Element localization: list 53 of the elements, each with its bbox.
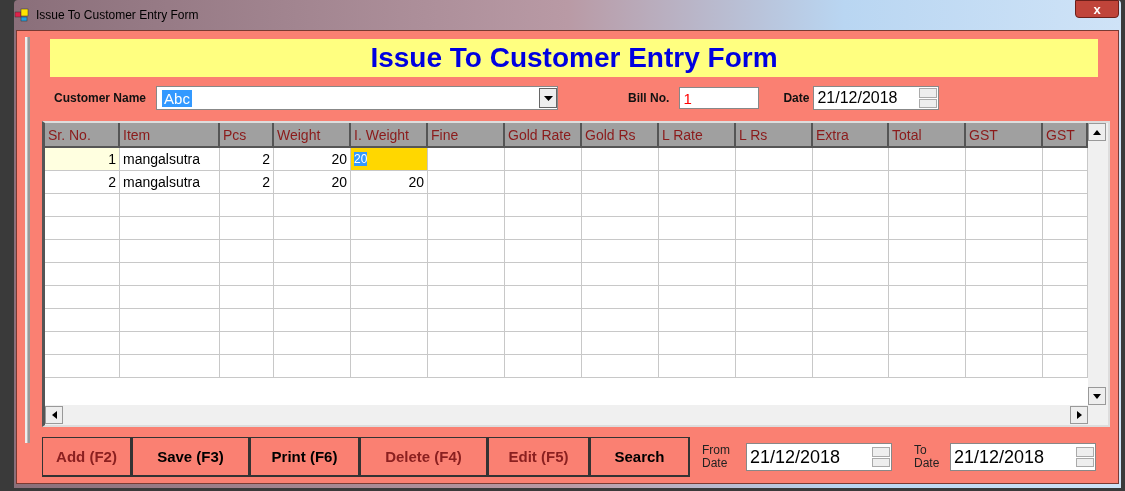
scroll-left-icon[interactable]: [45, 406, 63, 424]
table-cell: 20: [274, 171, 351, 194]
scroll-right-icon[interactable]: [1070, 406, 1088, 424]
customer-name-label: Customer Name: [54, 91, 147, 105]
column-header[interactable]: Total: [889, 123, 966, 148]
dropdown-arrow-icon: [543, 95, 553, 101]
column-header[interactable]: Pcs: [220, 123, 274, 148]
scroll-up-icon[interactable]: [1088, 123, 1106, 141]
close-button[interactable]: x: [1075, 0, 1119, 18]
column-header[interactable]: Fine: [428, 123, 505, 148]
form-heading: Issue To Customer Entry Form: [50, 39, 1098, 77]
action-button[interactable]: Save (F3): [132, 437, 250, 477]
bill-no-label: Bill No.: [628, 91, 670, 105]
column-header[interactable]: Sr. No.: [45, 123, 120, 148]
date-picker[interactable]: 21/12/2018: [813, 86, 940, 110]
table-cell: 2: [45, 171, 120, 194]
empty-cell: [220, 217, 274, 240]
column-header[interactable]: GST: [966, 123, 1043, 148]
scroll-down-icon[interactable]: [1088, 387, 1106, 405]
column-header[interactable]: Extra: [813, 123, 889, 148]
cell-editor[interactable]: 20: [351, 148, 428, 171]
empty-cell: [220, 355, 274, 378]
column-header[interactable]: L Rate: [659, 123, 736, 148]
table-cell: mangalsutra: [120, 148, 220, 171]
empty-cell: [220, 309, 274, 332]
from-date-label: From Date: [702, 444, 731, 470]
table-cell: 20: [351, 171, 428, 194]
from-date-picker[interactable]: 21/12/2018: [746, 443, 892, 471]
column-header[interactable]: L Rs: [736, 123, 813, 148]
table-cell: 1: [45, 148, 120, 171]
to-date-picker[interactable]: 21/12/2018: [950, 443, 1096, 471]
to-date-label: To Date: [914, 444, 941, 470]
column-header[interactable]: Weight: [274, 123, 351, 148]
customer-name-dropdown[interactable]: Abc: [156, 86, 559, 110]
column-header[interactable]: Gold Rs: [582, 123, 659, 148]
table-cell: mangalsutra: [120, 171, 220, 194]
table-cell: 2: [220, 148, 274, 171]
date-label: Date: [783, 91, 810, 105]
app-icon: [14, 8, 30, 22]
bill-no-field[interactable]: 1: [679, 87, 760, 109]
empty-cell: [220, 240, 274, 263]
action-button[interactable]: Search: [590, 437, 690, 477]
column-header[interactable]: Item: [120, 123, 220, 148]
empty-cell: [220, 194, 274, 217]
empty-cell: [220, 263, 274, 286]
column-header[interactable]: Gold Rate: [505, 123, 582, 148]
window-title: Issue To Customer Entry Form: [36, 8, 199, 22]
column-header[interactable]: I. Weight: [351, 123, 428, 148]
action-button[interactable]: Print (F6): [250, 437, 360, 477]
table-cell: 2: [220, 171, 274, 194]
column-header[interactable]: GST: [1043, 123, 1088, 148]
empty-cell: [220, 332, 274, 355]
empty-cell: [220, 286, 274, 309]
